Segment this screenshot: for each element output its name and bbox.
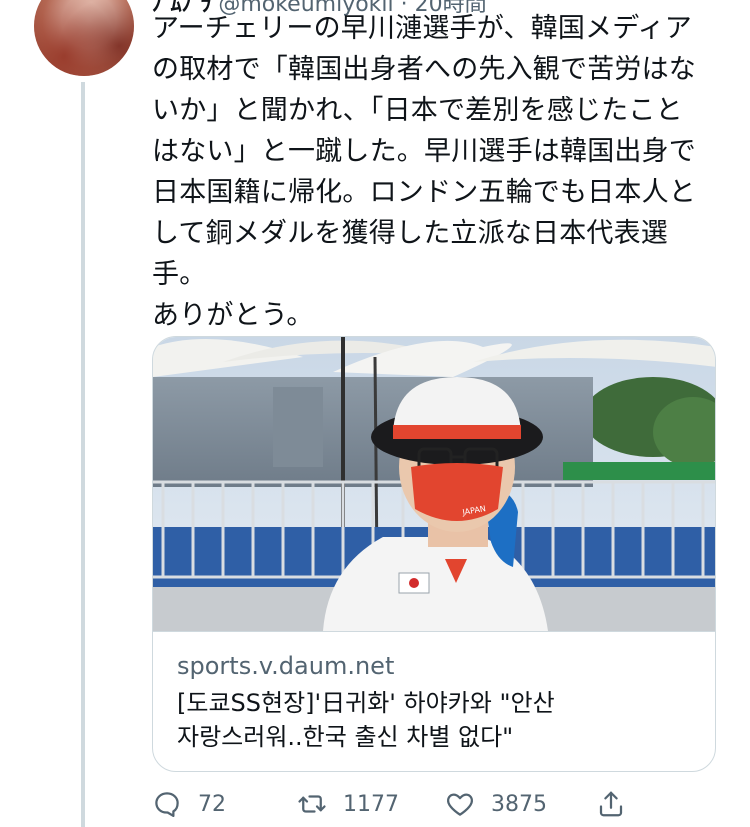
like-button[interactable]: 3875 [445, 786, 547, 822]
athlete-photo: JAPAN [153, 337, 715, 631]
card-domain: sports.v.daum.net [177, 652, 395, 680]
like-icon [447, 793, 473, 816]
tweet-line: アーチェリーの早川漣選手が、韓国メディア [152, 13, 692, 44]
tweet-line: 日本国籍に帰化。ロンドン五輪でも日本人と [152, 177, 696, 208]
tweet-line: はない」と一蹴した。早川選手は韓国出身で [152, 136, 696, 167]
share-button[interactable] [596, 786, 626, 822]
tweet-line: ありがとう。 [152, 300, 314, 331]
retweet-icon [298, 795, 326, 813]
avatar[interactable] [34, 0, 134, 76]
tweet-line: して銅メダルを獲得した立派な日本代表選 [152, 218, 668, 249]
card-title: [도쿄SS현장]'日귀화' 하야카와 "안산 자랑스러워..한국 출신 차별 없… [177, 686, 691, 754]
link-preview-card[interactable]: JAPAN sports.v.daum.net [도쿄SS현장]'日귀화' 하야… [152, 336, 716, 772]
card-image[interactable]: JAPAN [153, 337, 715, 632]
tweet-actions: 72 1177 3875 [152, 786, 632, 822]
like-count: 3875 [491, 791, 547, 817]
thread-connector-line [81, 82, 85, 827]
tweet-body: アーチェリーの早川漣選手が、韓国メディア の取材で「韓国出身者への先入観で苦労は… [152, 8, 732, 336]
share-icon [599, 791, 623, 817]
tweet-line: の取材で「韓国出身者への先入観で苦労はな [152, 54, 696, 85]
card-title-line: [도쿄SS현장]'日귀화' 하야카와 "안산 [177, 689, 555, 717]
retweet-button[interactable]: 1177 [297, 786, 399, 822]
retweet-count: 1177 [343, 791, 399, 817]
reply-count: 72 [198, 791, 226, 817]
reply-icon [155, 792, 179, 817]
reply-button[interactable]: 72 [152, 786, 226, 822]
tweet-line: いか」と聞かれ、「日本で差別を感じたこと [152, 95, 683, 126]
card-title-line: 자랑스러워..한국 출신 차별 없다" [177, 723, 514, 751]
tweet-line: 手。 [152, 259, 207, 290]
card-meta[interactable]: sports.v.daum.net [도쿄SS현장]'日귀화' 하야카와 "안산… [153, 632, 715, 754]
avatar-hair [34, 0, 134, 76]
